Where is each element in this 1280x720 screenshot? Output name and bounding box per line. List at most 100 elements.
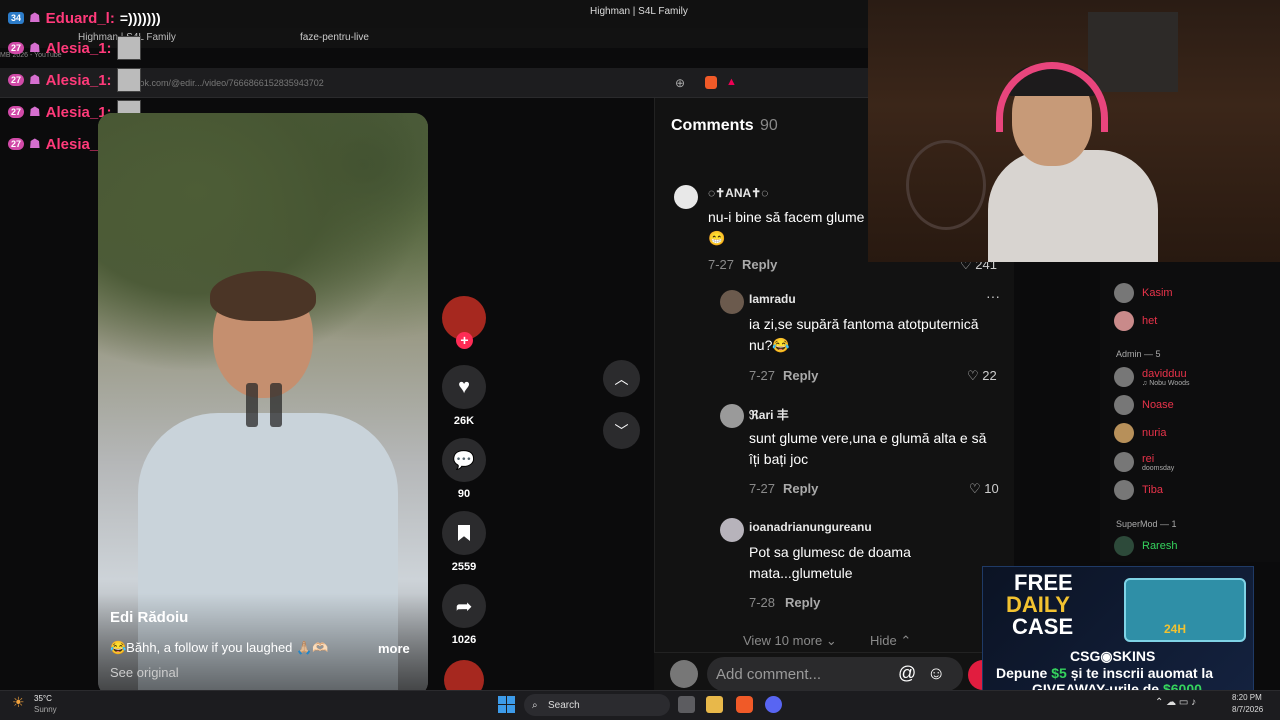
- zoom-icon[interactable]: ⊕: [675, 76, 685, 90]
- comment-button[interactable]: 💬: [442, 438, 486, 482]
- rewards-icon[interactable]: ▲: [726, 76, 737, 88]
- weather-desc[interactable]: Sunny: [34, 705, 57, 714]
- member-status: ♫ Nobu Woods: [1142, 379, 1190, 387]
- member-item[interactable]: Noase: [1114, 394, 1174, 416]
- brave-browser-icon[interactable]: [736, 696, 753, 713]
- video-caption: 😂Băhh, a follow if you laughed 🙏🏼🫶🏻: [110, 640, 329, 655]
- brave-shield-icon[interactable]: [705, 76, 717, 89]
- chat-username: Alesia_1:: [45, 39, 112, 57]
- member-item[interactable]: rei doomsday: [1114, 451, 1174, 473]
- chat-text: =))))))): [119, 10, 161, 26]
- member-item[interactable]: nuria: [1114, 422, 1166, 444]
- sun-icon[interactable]: ☀: [12, 694, 25, 711]
- taskbar-search[interactable]: ⌕ Search: [524, 694, 670, 716]
- ad-text: Depune $5 și te inscrii auomat la: [996, 665, 1214, 681]
- comments-count: 90: [760, 117, 778, 134]
- pause-icon[interactable]: [246, 383, 282, 427]
- clock-time[interactable]: 8:20 PM: [1232, 693, 1262, 702]
- member-item[interactable]: davidduu ♫ Nobu Woods: [1114, 366, 1190, 388]
- role-header: SuperMod — 1: [1116, 519, 1177, 529]
- ad-headline: CASE: [1012, 614, 1074, 639]
- reply-button[interactable]: Reply: [785, 595, 820, 610]
- window-title: Highman | S4L Family: [590, 6, 688, 17]
- heart-outline-icon: ♡: [969, 481, 981, 496]
- save-button[interactable]: [442, 511, 486, 555]
- mention-icon[interactable]: @: [898, 663, 916, 684]
- comment-date: 7-27: [749, 368, 776, 383]
- member-item[interactable]: het: [1114, 310, 1157, 332]
- like-count: 26K: [453, 415, 475, 427]
- caption-more-button[interactable]: more: [378, 641, 410, 656]
- commenter-avatar[interactable]: [720, 518, 744, 542]
- comment-date: 7-28: [749, 595, 776, 610]
- share-icon: ➦: [455, 595, 473, 618]
- tray-icons[interactable]: ⌃ ☁ ▭ ♪: [1155, 697, 1196, 708]
- chat-message: 34 ☗ Eduard_l: =))))))): [8, 5, 161, 31]
- see-original-link[interactable]: See original: [110, 665, 179, 680]
- avatar: [1114, 480, 1134, 500]
- comment-input[interactable]: [707, 657, 963, 691]
- like-button[interactable]: ♥: [442, 365, 486, 409]
- member-item[interactable]: Tiba: [1114, 479, 1163, 501]
- more-options-icon[interactable]: ···: [986, 288, 1000, 304]
- hide-replies[interactable]: Hide ⌃: [870, 633, 911, 649]
- save-count: 2559: [451, 561, 477, 573]
- commenter-avatar[interactable]: [674, 185, 698, 209]
- commenter-name[interactable]: ioanadrianungureanu: [749, 520, 872, 534]
- like-comment-button[interactable]: ♡ 10: [969, 481, 999, 497]
- like-comment-button[interactable]: ♡ 22: [967, 368, 997, 384]
- comment-date: 7-27: [749, 481, 776, 496]
- task-view-icon[interactable]: [678, 696, 695, 713]
- channel-name[interactable]: faze-pentru-live: [300, 32, 369, 43]
- role-header: Admin — 5: [1116, 349, 1161, 359]
- video-player[interactable]: Edi Rădoiu 😂Băhh, a follow if you laughe…: [98, 113, 428, 696]
- reply-button[interactable]: Reply: [783, 368, 818, 383]
- commenter-avatar[interactable]: [720, 290, 744, 314]
- chat-icon: ☗: [29, 72, 41, 87]
- share-count: 1026: [451, 634, 477, 646]
- commenter-name[interactable]: ℜari 丰: [749, 406, 789, 423]
- weather-temp[interactable]: 35°C: [34, 694, 52, 703]
- windows-start-icon[interactable]: [498, 696, 515, 713]
- share-button[interactable]: ➦: [442, 584, 486, 628]
- comment-text: sunt glume vere,una e glumă alta e să: [749, 430, 987, 446]
- commenter-name[interactable]: ◌✝ANA✝◌: [708, 186, 768, 200]
- avatar: [1114, 536, 1134, 556]
- reply-button[interactable]: Reply: [783, 481, 818, 496]
- emoji-icon[interactable]: ☺: [927, 663, 945, 684]
- video-author[interactable]: Edi Rădoiu: [110, 609, 188, 626]
- streamer-body: [988, 150, 1158, 262]
- chevron-down-icon: ﹀: [614, 422, 629, 439]
- commenter-avatar[interactable]: [720, 404, 744, 428]
- member-item[interactable]: Kasim: [1114, 282, 1173, 304]
- commenter-name[interactable]: Iamradu: [749, 292, 796, 306]
- previous-video-button[interactable]: ︿: [603, 360, 640, 397]
- avatar: [1114, 367, 1134, 387]
- avatar: [1114, 311, 1134, 331]
- next-video-button[interactable]: ﹀: [603, 412, 640, 449]
- chat-icon: ☗: [29, 104, 41, 119]
- discord-icon[interactable]: [765, 696, 782, 713]
- member-status: doomsday: [1142, 464, 1175, 472]
- comments-title: Comments: [671, 117, 754, 134]
- reply-button[interactable]: Reply: [742, 257, 777, 272]
- chat-icon: ☗: [29, 136, 41, 151]
- member-name: Tiba: [1142, 484, 1163, 496]
- member-item[interactable]: Raresh: [1114, 535, 1177, 557]
- url-text[interactable]: tiktok.com/@edir.../video/76668661528359…: [128, 78, 324, 88]
- file-explorer-icon[interactable]: [706, 696, 723, 713]
- avatar: [1114, 283, 1134, 303]
- chat-icon: ☗: [29, 10, 41, 25]
- comment-count: 90: [457, 488, 471, 500]
- chat-username: Eduard_l:: [45, 9, 115, 27]
- clock-date[interactable]: 8/7/2026: [1232, 705, 1263, 714]
- follow-button[interactable]: +: [456, 332, 473, 349]
- search-icon: ⌕: [532, 699, 538, 711]
- comment-date: 7-27: [708, 257, 735, 272]
- chat-username: Alesia_1:: [45, 71, 112, 89]
- member-name: nuria: [1142, 427, 1167, 439]
- sub-badge: 27: [8, 138, 25, 150]
- view-more-replies[interactable]: View 10 more ⌄: [743, 633, 837, 649]
- heart-outline-icon: ♡: [967, 368, 979, 383]
- sub-badge: 27: [8, 42, 25, 54]
